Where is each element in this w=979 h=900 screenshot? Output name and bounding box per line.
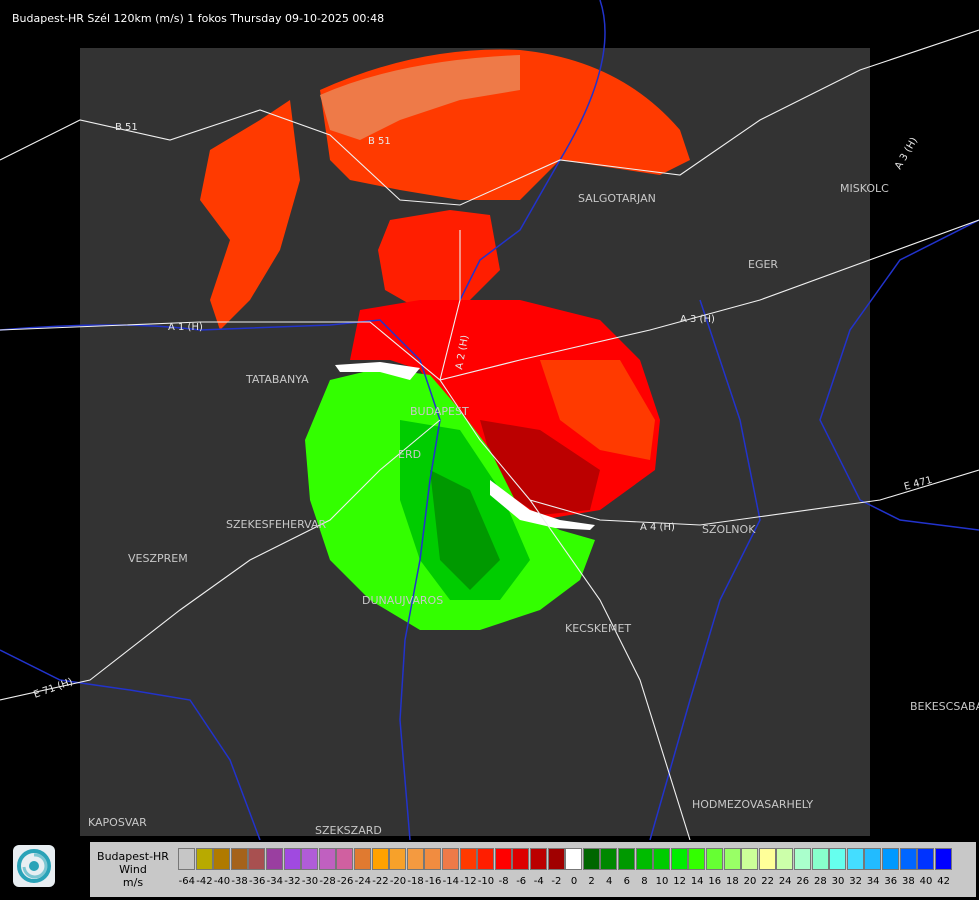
legend-swatch [864,848,882,870]
legend-tick-label: 42 [937,876,950,887]
road-label: B 51 [115,122,138,133]
legend-swatch [758,848,776,870]
road-label: A 3 (H) [680,314,715,325]
legend-swatch [442,848,459,870]
legend-swatch [934,848,952,870]
legend-swatch [283,848,301,870]
legend-swatch [494,848,512,870]
legend-swatch [266,848,283,870]
road-label: A 1 (H) [168,322,203,333]
legend-swatch [846,848,864,870]
legend-swatch [389,848,407,870]
legend-swatch [565,848,583,870]
legend-swatch [618,848,635,870]
legend-swatch [248,848,266,870]
city-label: SZEKSZARD [315,824,382,837]
legend-swatch [670,848,688,870]
color-legend: Budapest-HR Wind m/s -64 -42 -40 -38 -36 -34-… [90,842,976,897]
road-label: E 71 (H) [32,677,74,701]
legend-swatch [318,848,336,870]
legend-swatch [882,848,899,870]
legend-swatch [794,848,811,870]
road-label: B 51 [368,136,391,147]
road-label: A 3 (H) [893,136,920,172]
city-label: DUNAUJVAROS [362,594,443,607]
legend-swatch [688,848,706,870]
city-label: HODMEZOVASARHELY [692,798,813,811]
city-label: KAPOSVAR [88,816,147,829]
legend-swatch [706,848,723,870]
road-label: E 471 [903,475,933,493]
legend-swatch [917,848,935,870]
legend-swatch [741,848,759,870]
legend-swatch [600,848,618,870]
legend-swatch [829,848,847,870]
legend-swatch [653,848,671,870]
city-label: MISKOLC [840,182,889,195]
city-label: SZOLNOK [702,523,756,536]
met-service-logo [13,845,55,887]
legend-subtitle: Wind [119,863,147,876]
city-label: KECSKEMET [565,622,631,635]
legend-swatch [371,848,389,870]
legend-swatch [547,848,565,870]
legend-swatch [424,848,442,870]
legend-label: Budapest-HR Wind m/s [90,842,176,897]
city-label: EGER [748,258,778,271]
legend-unit: m/s [122,876,144,889]
legend-swatch [301,848,319,870]
legend-title: Budapest-HR [97,850,169,863]
swirl-logo-icon [17,849,51,883]
city-label: ERD [398,448,421,461]
city-label: BEKESCSABA [910,700,979,713]
legend-swatch [899,848,917,870]
legend-swatch [178,848,195,870]
legend-swatch [811,848,829,870]
road-label: A 4 (H) [640,522,675,533]
legend-swatch [354,848,371,870]
legend-swatch [336,848,354,870]
city-label: SZEKESFEHERVAR [226,518,327,531]
city-label: BUDAPEST [410,405,469,418]
legend-swatch [635,848,653,870]
legend-swatch [776,848,794,870]
city-label: TATABANYA [245,373,309,386]
legend-swatch [530,848,547,870]
legend-swatch [213,848,231,870]
legend-swatch [582,848,600,870]
city-label: SALGOTARJAN [578,192,656,205]
legend-swatch [512,848,530,870]
legend-swatch [195,848,213,870]
legend-swatch [723,848,741,870]
radar-map: SALGOTARJAN MISKOLC EGER TATABANYA BUDAP… [0,0,979,840]
legend-swatch [477,848,495,870]
legend-swatch [406,848,424,870]
legend-swatch [230,848,248,870]
legend-swatch [459,848,477,870]
city-label: VESZPREM [128,552,188,565]
